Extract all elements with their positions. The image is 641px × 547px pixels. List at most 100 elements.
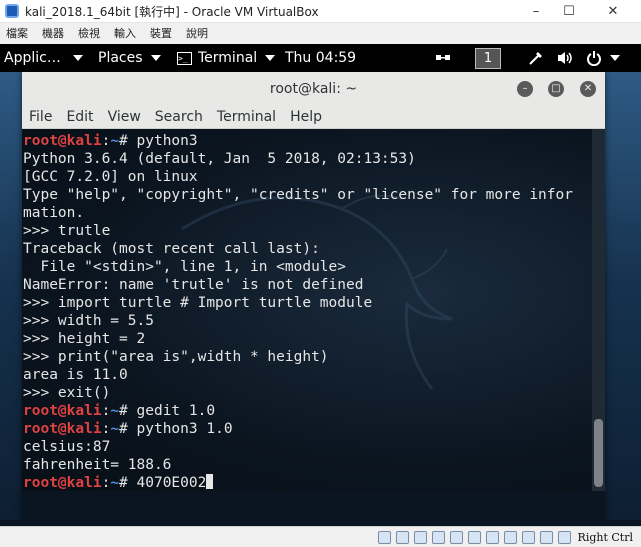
terminal-menubar: File Edit View Search Terminal Help (22, 106, 605, 129)
prompt-symbol: # (119, 403, 137, 419)
menu-machine[interactable]: 機器 (42, 25, 64, 41)
terminal-line: NameError: name 'trutle' is not defined (23, 276, 573, 294)
display-icon[interactable] (485, 530, 499, 544)
terminal-line: >>> print("area is",width * height) (23, 348, 573, 366)
chevron-down-icon (150, 55, 161, 61)
network-icon[interactable] (435, 44, 451, 72)
prompt-separator: : (101, 475, 111, 491)
usb-icon[interactable] (449, 530, 463, 544)
terminal-line: File "<stdin>", line 1, in <module> (23, 258, 573, 276)
prompt-user: root@kali (23, 133, 102, 149)
terminal-icon: >_ (177, 51, 192, 65)
menu-devices[interactable]: 裝置 (150, 25, 172, 41)
audio-icon[interactable] (413, 530, 427, 544)
terminal-maximize-button[interactable]: □ (548, 81, 564, 97)
terminal-line: fahrenheit= 188.6 (23, 456, 573, 474)
terminal-line: >>> height = 2 (23, 330, 573, 348)
output-text: mation. (23, 205, 85, 221)
chevron-down-icon (72, 55, 83, 61)
terminal-title: root@kali: ~ (269, 81, 358, 97)
scrollbar-thumb[interactable] (594, 419, 603, 487)
prompt-symbol: # (119, 133, 137, 149)
terminal-titlebar[interactable]: root@kali: ~ – □ ✕ (22, 72, 605, 106)
network-adapter-icon[interactable] (431, 530, 445, 544)
cpu-icon[interactable] (521, 530, 535, 544)
hard-disk-icon[interactable] (377, 530, 391, 544)
mouse-integration-icon[interactable] (539, 530, 553, 544)
terminal-menu-file[interactable]: File (29, 109, 52, 125)
output-text: >>> width = 5.5 (23, 313, 154, 329)
output-text: >>> height = 2 (23, 331, 146, 347)
command-text: gedit 1.0 (136, 403, 216, 419)
menu-file[interactable]: 檔案 (6, 25, 28, 41)
terminal-scrollbar[interactable] (592, 129, 605, 491)
workspace-number: 1 (475, 47, 501, 69)
command-text: python3 1.0 (136, 421, 233, 437)
terminal-line: >>> trutle (23, 222, 573, 240)
menu-help[interactable]: 說明 (186, 25, 208, 41)
output-text: Traceback (most recent call last): (23, 241, 320, 257)
volume-icon[interactable] (556, 44, 574, 72)
terminal-lines: root@kali:~# python3 Python 3.6.4 (defaul… (23, 132, 573, 491)
terminal-line: [GCC 7.2.0] on linux (23, 168, 573, 186)
command-text: 4070E002 (136, 475, 207, 491)
terminal-line: >>> exit() (23, 384, 573, 402)
prompt-user: root@kali (23, 403, 102, 419)
terminal-menu-view[interactable]: View (108, 109, 141, 125)
prompt-path: ~ (110, 133, 120, 149)
places-menu[interactable]: Places (98, 44, 161, 72)
terminal-line: >>> width = 5.5 (23, 312, 573, 330)
prompt-symbol: # (119, 421, 137, 437)
guest-bottom-strip (0, 520, 641, 526)
shared-folders-icon[interactable] (467, 530, 481, 544)
chevron-down-icon (265, 55, 276, 61)
power-menu[interactable] (586, 44, 620, 72)
terminal-line: area is 11.0 (23, 366, 573, 384)
terminal-menu-search[interactable]: Search (155, 109, 203, 125)
output-text: area is 11.0 (23, 367, 128, 383)
output-text: >>> import turtle # Import turtle module (23, 295, 373, 311)
command-text: python3 (136, 133, 198, 149)
output-text: [GCC 7.2.0] on linux (23, 169, 198, 185)
prompt-user: root@kali (23, 421, 102, 437)
prompt-separator: : (101, 403, 111, 419)
virtualbox-icon (5, 4, 19, 18)
terminal-close-button[interactable]: ✕ (580, 81, 596, 97)
output-text: File "<stdin>", line 1, in <module> (23, 259, 347, 275)
output-text: >>> print("area is",width * height) (23, 349, 329, 365)
prompt-symbol: # (119, 475, 137, 491)
text-cursor (206, 474, 214, 489)
terminal-menu-help[interactable]: Help (290, 109, 322, 125)
prompt-path: ~ (110, 475, 120, 491)
terminal-line: Type "help", "copyright", "credits" or "… (23, 186, 573, 204)
keyboard-capture-icon[interactable] (557, 530, 571, 544)
workspace-indicator[interactable]: 1 (475, 44, 501, 72)
menu-input[interactable]: 輸入 (114, 25, 136, 41)
places-label: Places (98, 50, 143, 66)
clock[interactable]: Thu 04:59 (285, 44, 356, 72)
tool-icon[interactable] (527, 44, 545, 72)
terminal-window[interactable]: root@kali: ~ – □ ✕ File Edit View Search… (22, 72, 605, 520)
output-text: NameError: name 'trutle' is not defined (23, 277, 364, 293)
vbox-window-title: kali_2018.1_64bit [執行中] - Oracle VM Virt… (25, 4, 319, 19)
optical-drive-icon[interactable] (395, 530, 409, 544)
vbox-menubar: 檔案 機器 檢視 輸入 裝置 說明 (0, 23, 641, 43)
terminal-app-menu[interactable]: >_ Terminal (177, 44, 276, 72)
terminal-menu-edit[interactable]: Edit (66, 109, 93, 125)
menu-view[interactable]: 檢視 (78, 25, 100, 41)
maximize-button[interactable]: ☐ (548, 0, 590, 22)
terminal-minimize-button[interactable]: – (517, 81, 533, 97)
applications-menu[interactable]: Applic… (4, 44, 83, 72)
applications-label: Applic… (4, 50, 61, 66)
terminal-line: >>> import turtle # Import turtle module (23, 294, 573, 312)
terminal-line: Traceback (most recent call last): (23, 240, 573, 258)
prompt-user: root@kali (23, 475, 102, 491)
terminal-menu-terminal[interactable]: Terminal (217, 109, 276, 125)
host-key-label: Right Ctrl (577, 530, 633, 544)
video-capture-icon[interactable] (503, 530, 517, 544)
terminal-line: celsius:87 (23, 438, 573, 456)
close-button[interactable]: ✕ (592, 0, 634, 22)
terminal-line: root@kali:~# gedit 1.0 (23, 402, 573, 420)
terminal-output[interactable]: root@kali:~# python3 Python 3.6.4 (defaul… (22, 129, 592, 491)
terminal-line: root@kali:~# python3 1.0 (23, 420, 573, 438)
